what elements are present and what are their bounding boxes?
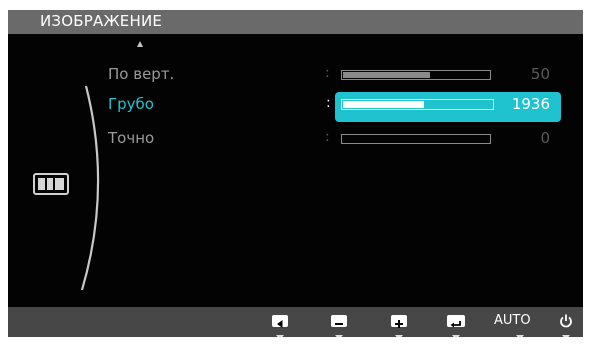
picture-menu-icon [33, 173, 69, 195]
down-marker-icon [276, 335, 284, 337]
row-colon: : [325, 129, 330, 145]
auto-label: AUTO [494, 313, 531, 328]
row-label: По верт. [108, 65, 175, 83]
plus-button[interactable] [391, 313, 407, 337]
menu-title: ИЗОБРАЖЕНИЕ [40, 12, 163, 30]
down-marker-icon [516, 335, 524, 337]
minus-button[interactable] [331, 313, 347, 337]
down-marker-icon [562, 335, 570, 337]
menu-row-vertical[interactable]: По верт. : 50 [8, 64, 583, 88]
enter-icon [447, 315, 465, 328]
row-value: 0 [540, 129, 550, 147]
down-marker-icon [335, 335, 343, 337]
scroll-up-arrow-icon[interactable] [137, 41, 143, 47]
bottom-button-bar: AUTO [8, 307, 583, 337]
power-button[interactable] [559, 313, 573, 337]
down-marker-icon [395, 335, 403, 337]
row-label: Точно [108, 129, 155, 147]
row-label: Грубо [108, 95, 154, 113]
minus-icon [331, 315, 347, 327]
enter-button[interactable] [447, 313, 465, 337]
menu-row-coarse[interactable]: Грубо : 1936 [8, 94, 583, 118]
osd-menu: ИЗОБРАЖЕНИЕ По верт. : 50 Грубо : 1936 Т… [8, 10, 583, 337]
left-arrow-icon [272, 315, 288, 328]
coarse-slider[interactable] [341, 99, 494, 110]
row-value: 1936 [511, 95, 550, 113]
row-value: 50 [530, 65, 550, 83]
auto-button[interactable]: AUTO [494, 313, 531, 337]
fine-slider[interactable] [341, 134, 491, 144]
slider-fill [343, 72, 430, 78]
plus-icon [391, 315, 407, 328]
down-marker-icon [452, 335, 460, 337]
slider-fill [343, 101, 425, 108]
left-arrow-button[interactable] [272, 313, 288, 337]
power-icon [560, 314, 572, 328]
row-colon: : [325, 65, 330, 81]
row-colon: : [326, 95, 331, 111]
menu-row-fine[interactable]: Точно : 0 [8, 128, 583, 152]
title-bar: ИЗОБРАЖЕНИЕ [8, 10, 583, 34]
vertical-slider[interactable] [341, 70, 491, 80]
